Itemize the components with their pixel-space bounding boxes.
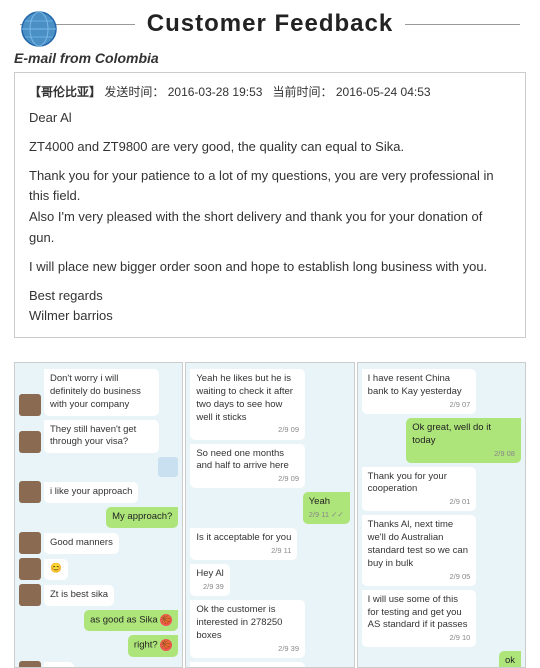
chat-col-2: Yeah he likes but he is waiting to check… [185,362,354,668]
email-send-time: 2016-03-28 19:53 [168,85,263,99]
chat-msg-row: Good manners [19,532,178,554]
chat-area: Don't worry i will definitely do busines… [0,358,540,668]
chat-msg-row: My approach? [19,507,178,528]
chat-bubble: Thanks Al, next time we'll do Australian… [362,515,477,585]
chat-bubble: Is it acceptable for you2/9 11 [190,528,297,560]
globe-icon [20,10,58,48]
chat-msg-row: as good as Sika 🏀 [19,610,178,631]
chat-bubble: right? 🏀 [128,635,178,656]
chat-msg-row: I will use some of this for testing and … [362,590,521,648]
chat-col-3-inner: I have resent China bank to Kay yesterda… [358,363,525,667]
email-current-label: 当前时间： [272,85,332,99]
avatar [19,481,41,503]
chat-msg-row [19,457,178,477]
chat-bubble: I have resent China bank to Kay yesterda… [362,369,477,414]
chat-bubble: Good manners [44,533,119,554]
chat-msg-row: However, he wants 150 boxes grey stone a… [190,662,349,668]
avatar [19,431,41,453]
avatar [19,584,41,606]
chat-col-2-inner: Yeah he likes but he is waiting to check… [186,363,353,667]
chat-bubble: ok [499,651,521,667]
chat-msg-row: Thank you for your cooperation2/9 01 [362,467,521,512]
chat-bubble: However, he wants 150 boxes grey stone a… [190,662,305,668]
page-title: Customer Feedback [147,10,393,38]
email-box: 【哥伦比亚】 发送时间： 2016-03-28 19:53 当前时间： 2016… [14,72,526,338]
avatar [19,532,41,554]
chat-msg-row: Thanks Al, next time we'll do Australian… [362,515,521,585]
email-para-4: Best regardsWilmer barrios [29,286,511,328]
chat-msg-row: i like your approach [19,481,178,503]
chat-col-1-inner: Don't worry i will definitely do busines… [15,363,182,667]
chat-bubble: i like your approach [44,482,138,503]
chat-msg-row: Is it acceptable for you2/9 11 [190,528,349,560]
chat-bubble: Yo s [44,662,74,667]
chat-bubble: Don't worry i will definitely do busines… [44,369,159,415]
chat-bubble: I will use some of this for testing and … [362,590,477,648]
chat-bubble: My approach? [106,507,178,528]
chat-col-3: I have resent China bank to Kay yesterda… [357,362,526,668]
chat-bubble: Zt is best sika [44,585,114,606]
chat-bubble: Thank you for your cooperation2/9 01 [362,467,477,512]
avatar [19,394,41,416]
chat-msg-row: They still haven't get through your visa… [19,420,178,454]
header-lines: Customer Feedback [20,10,520,38]
email-meta: 【哥伦比亚】 发送时间： 2016-03-28 19:53 当前时间： 2016… [29,83,511,100]
chat-bubble: Ok the customer is interested in 278250 … [190,600,305,658]
chat-msg-row: Hey Al2/9 39 [190,564,349,596]
chat-bubble: They still haven't get through your visa… [44,420,159,454]
section-divider [0,348,540,358]
chat-msg-row: ok [362,651,521,667]
email-body: Dear Al ZT4000 and ZT9800 are very good,… [29,108,511,327]
email-from-label: E-mail from Colombia [14,50,526,66]
chat-bubble: So need one months and half to arrive he… [190,444,305,489]
email-para-2: Thank you for your patience to a lot of … [29,166,511,249]
chat-msg-row: Ok great, well do it today2/9 08 [362,418,521,463]
chat-bubble: Ok great, well do it today2/9 08 [406,418,521,463]
chat-bubble: as good as Sika 🏀 [84,610,178,631]
chat-bubble [158,457,178,477]
email-country: 【哥伦比亚】 [29,85,101,99]
chat-msg-row: right? 🏀 [19,635,178,656]
page-header: Customer Feedback [0,0,540,46]
chat-bubble: Yeah he likes but he is waiting to check… [190,369,305,439]
chat-msg-row: Don't worry i will definitely do busines… [19,369,178,415]
chat-msg-row: Yeah2/9 11 ✓✓ [190,492,349,524]
email-para-1: ZT4000 and ZT9800 are very good, the qua… [29,137,511,158]
chat-msg-row: 😊 [19,558,178,580]
email-current-time: 2016-05-24 04:53 [336,85,431,99]
email-section: E-mail from Colombia 【哥伦比亚】 发送时间： 2016-0… [0,46,540,348]
chat-msg-row: So need one months and half to arrive he… [190,444,349,489]
header-line-right [405,24,520,25]
chat-msg-row: Ok the customer is interested in 278250 … [190,600,349,658]
avatar [19,661,41,667]
chat-bubble: Hey Al2/9 39 [190,564,229,596]
email-para-0: Dear Al [29,108,511,129]
chat-col-1: Don't worry i will definitely do busines… [14,362,183,668]
email-send-label: 发送时间： [104,85,164,99]
chat-bubble: Yeah2/9 11 ✓✓ [303,492,350,524]
chat-bubble: 😊 [44,559,68,580]
chat-msg-row: Zt is best sika [19,584,178,606]
chat-msg-row: Yo s [19,661,178,667]
avatar [19,558,41,580]
chat-msg-row: I have resent China bank to Kay yesterda… [362,369,521,414]
chat-msg-row: Yeah he likes but he is waiting to check… [190,369,349,439]
email-para-3: I will place new bigger order soon and h… [29,257,511,278]
